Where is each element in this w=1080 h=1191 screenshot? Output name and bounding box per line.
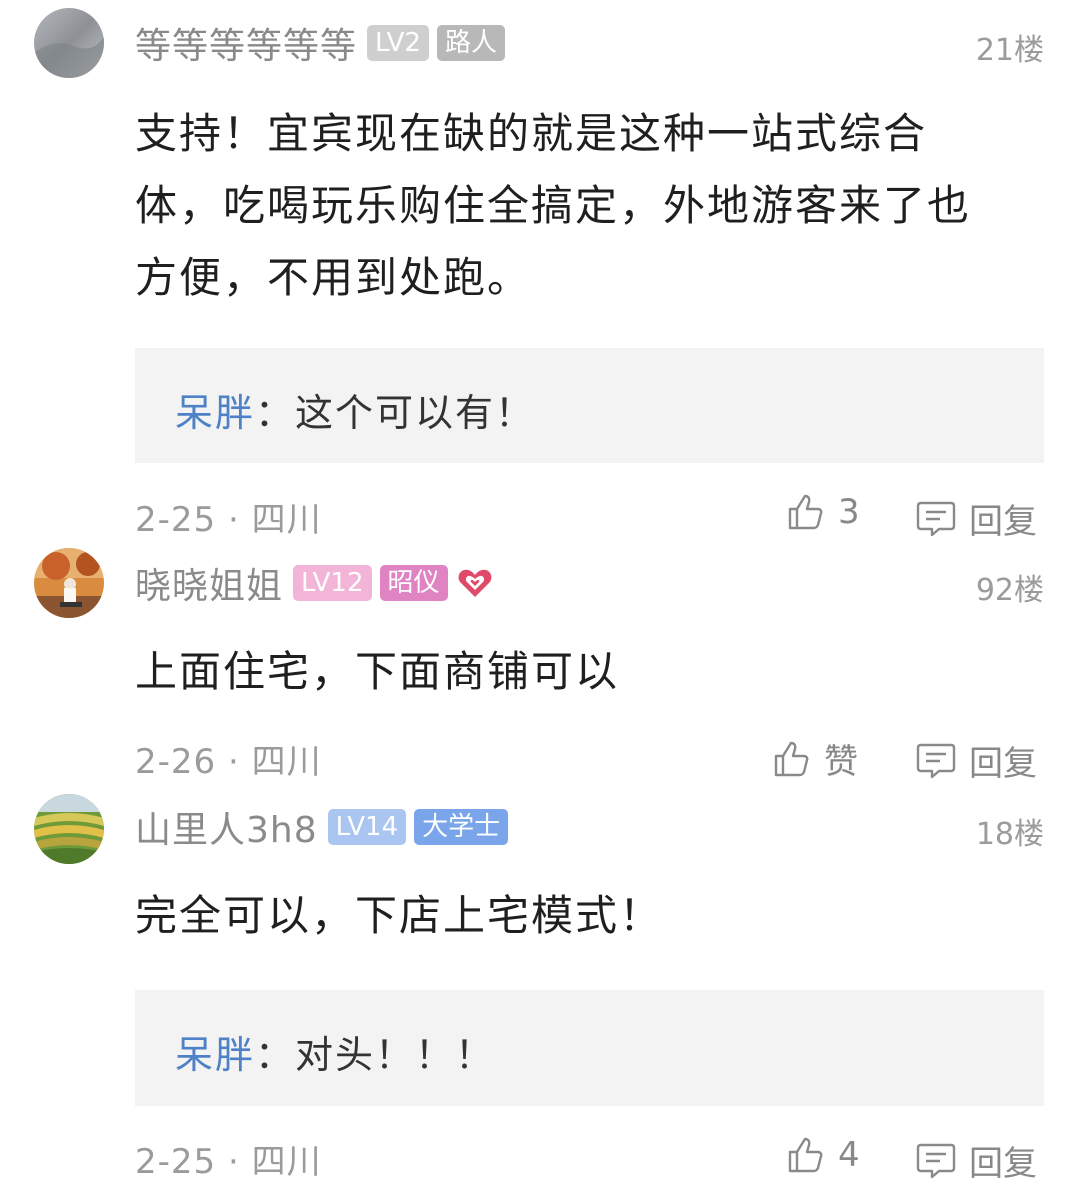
like-label: 赞 bbox=[824, 742, 858, 782]
reply-author[interactable]: 呆胖 bbox=[175, 1033, 255, 1077]
location: 四川 bbox=[251, 1142, 322, 1182]
reply-label: 回复 bbox=[969, 1144, 1037, 1184]
level-badge: LV14 bbox=[327, 809, 407, 845]
like-count: 3 bbox=[838, 492, 860, 532]
reply-preview[interactable]: 呆胖：这个可以有！ bbox=[135, 348, 1044, 463]
comment-bubble-icon bbox=[916, 1143, 956, 1178]
comment-bubble-icon bbox=[916, 743, 956, 778]
comment-meta: 2-25 · 四川 bbox=[135, 1134, 322, 1183]
dot-separator: · bbox=[227, 500, 240, 540]
like-count: 4 bbox=[838, 1135, 860, 1175]
location: 四川 bbox=[251, 742, 322, 782]
thumbs-up-icon bbox=[788, 1137, 823, 1173]
reply-label: 回复 bbox=[969, 744, 1037, 784]
date: 2-25 bbox=[135, 1142, 217, 1182]
username[interactable]: 等等等等等等 bbox=[135, 17, 357, 69]
username[interactable]: 山里人3h8 bbox=[135, 801, 318, 853]
comment-meta: 2-26 · 四川 bbox=[135, 734, 322, 783]
heart-icon bbox=[458, 569, 491, 597]
reply-button[interactable]: 回复 bbox=[915, 494, 1037, 543]
thumbs-up-icon bbox=[774, 741, 809, 776]
title-badge: 大学士 bbox=[414, 809, 509, 845]
username[interactable]: 晓晓姐姐 bbox=[135, 557, 283, 609]
avatar[interactable] bbox=[34, 794, 104, 864]
comment-meta: 2-25 · 四川 bbox=[135, 492, 322, 541]
like-button[interactable]: 4 bbox=[786, 1135, 860, 1175]
level-badge: LV2 bbox=[367, 25, 429, 61]
reply-separator: ： bbox=[255, 391, 296, 435]
comment-text: 上面住宅，下面商铺可以 bbox=[135, 647, 620, 696]
reply-button[interactable]: 回复 bbox=[915, 736, 1037, 785]
dot-separator: · bbox=[227, 742, 240, 782]
reply-text: 这个可以有！ bbox=[295, 391, 536, 435]
avatar[interactable] bbox=[34, 8, 104, 78]
reply-text: 对头！！！ bbox=[295, 1033, 496, 1077]
date: 2-26 bbox=[135, 742, 217, 782]
avatar[interactable] bbox=[34, 548, 104, 618]
like-button[interactable]: 赞 bbox=[772, 734, 858, 783]
reply-preview[interactable]: 呆胖：对头！！！ bbox=[135, 990, 1044, 1106]
comment-text: 完全可以，下店上宅模式！ bbox=[135, 891, 664, 940]
reply-separator: ： bbox=[255, 1033, 296, 1077]
reply-label: 回复 bbox=[969, 502, 1037, 542]
reply-author[interactable]: 呆胖 bbox=[175, 391, 255, 435]
comment-bubble-icon bbox=[916, 501, 956, 536]
date: 2-25 bbox=[135, 500, 217, 540]
floor-number: 21楼 bbox=[975, 33, 1044, 68]
like-button[interactable]: 3 bbox=[786, 492, 860, 532]
reply-button[interactable]: 回复 bbox=[915, 1136, 1037, 1185]
floor-number: 92楼 bbox=[975, 573, 1044, 608]
title-badge: 昭仪 bbox=[379, 565, 448, 601]
dot-separator: · bbox=[227, 1142, 240, 1182]
thumbs-up-icon bbox=[788, 494, 823, 530]
comment-text: 支持！宜宾现在缺的就是这种一站式综合体，吃喝玩乐购住全搞定，外地游客来了也方便，… bbox=[135, 109, 972, 302]
level-badge: LV12 bbox=[293, 565, 372, 601]
title-badge: 路人 bbox=[436, 25, 505, 61]
location: 四川 bbox=[251, 500, 322, 540]
floor-number: 18楼 bbox=[975, 817, 1044, 852]
